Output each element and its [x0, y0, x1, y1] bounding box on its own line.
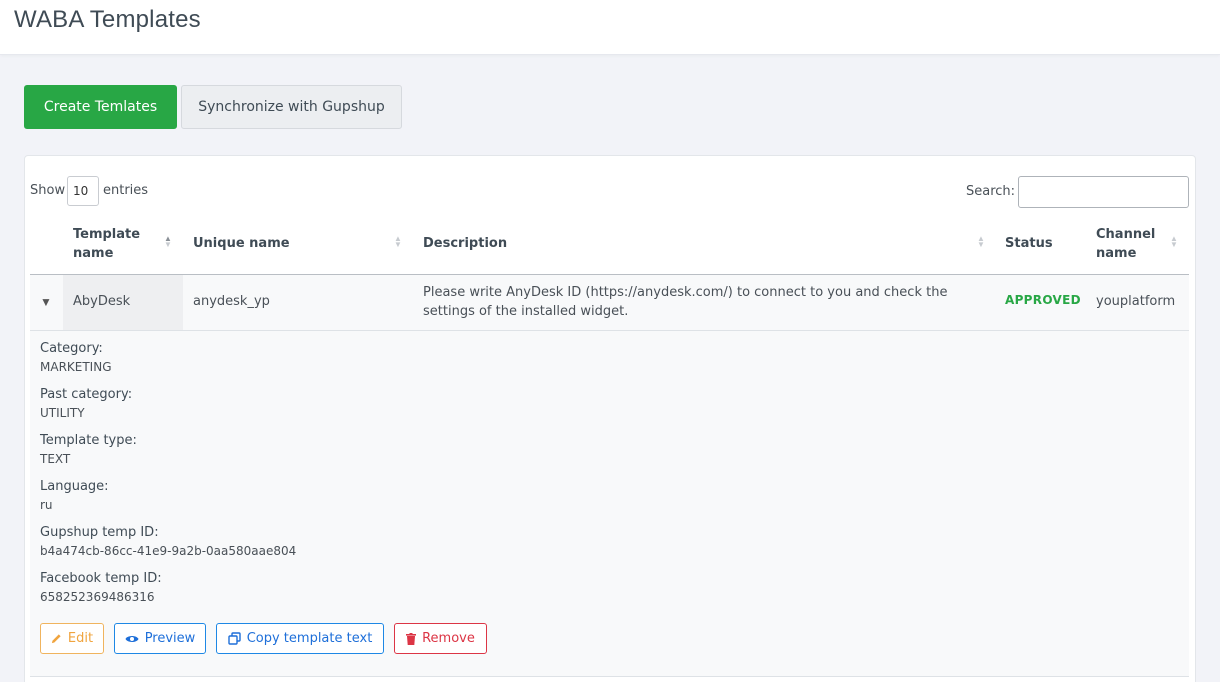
preview-label: Preview — [144, 631, 196, 646]
detail-value: b4a474cb-86cc-41e9-9a2b-0aa580aae804 — [40, 544, 297, 558]
caret-down-icon[interactable]: ▼ — [40, 295, 52, 309]
detail-past-category: Past category: UTILITY — [40, 385, 132, 423]
pencil-icon — [51, 633, 62, 644]
detail-value: MARKETING — [40, 360, 112, 374]
sort-icon[interactable]: ▲ ▼ — [977, 235, 985, 249]
detail-key: Facebook temp ID: — [40, 571, 162, 586]
copy-icon — [228, 632, 241, 645]
description-line: Please write AnyDesk ID (https://anydesk… — [423, 285, 948, 300]
header-text: name — [1096, 246, 1137, 261]
preview-button[interactable]: Preview — [114, 623, 206, 654]
search-input[interactable] — [1018, 176, 1189, 208]
column-header-status[interactable]: Status — [1005, 234, 1053, 253]
edit-button[interactable]: Edit — [40, 623, 104, 654]
copy-label: Copy template text — [246, 631, 373, 646]
remove-label: Remove — [422, 631, 475, 646]
synchronize-gupshup-button[interactable]: Synchronize with Gupshup — [181, 85, 402, 129]
detail-key: Category: — [40, 341, 103, 356]
trash-icon — [406, 632, 417, 645]
detail-category: Category: MARKETING — [40, 339, 112, 377]
top-bar: WABA Templates — [0, 0, 1220, 55]
detail-value: TEXT — [40, 452, 71, 466]
detail-key: Gupshup temp ID: — [40, 525, 159, 540]
remove-button[interactable]: Remove — [394, 623, 487, 654]
description-cell: Please write AnyDesk ID (https://anydesk… — [423, 283, 983, 321]
sort-icon[interactable]: ▲ ▼ — [1170, 235, 1178, 249]
sort-icon[interactable]: ▲ ▼ — [394, 235, 402, 249]
show-label: Show — [30, 183, 66, 198]
column-header-description[interactable]: Description — [423, 234, 507, 253]
detail-value: 658252369486316 — [40, 590, 155, 604]
sort-icon[interactable]: ▲ ▼ — [164, 235, 172, 249]
header-text: Template — [73, 227, 141, 242]
create-templates-button[interactable]: Create Temlates — [24, 85, 177, 129]
copy-template-text-button[interactable]: Copy template text — [216, 623, 384, 654]
unique-name-cell: anydesk_yp — [193, 294, 270, 309]
column-header-unique-name[interactable]: Unique name — [193, 234, 290, 253]
page-title: WABA Templates — [14, 6, 201, 33]
search-label: Search: — [966, 184, 1016, 199]
detail-value: ru — [40, 498, 53, 512]
detail-key: Language: — [40, 479, 109, 494]
detail-key: Past category: — [40, 387, 133, 402]
detail-value: UTILITY — [40, 406, 85, 420]
eye-icon — [125, 634, 139, 644]
entries-label: entries — [103, 183, 149, 198]
detail-facebook-id: Facebook temp ID: 658252369486316 — [40, 569, 162, 607]
description-line: settings of the installed widget. — [423, 304, 629, 319]
detail-key: Template type: — [40, 433, 137, 448]
channel-name-cell: youplatform — [1096, 294, 1176, 309]
detail-language: Language: ru — [40, 477, 109, 515]
header-text: Channel — [1096, 227, 1156, 242]
column-header-template-name[interactable]: Template name — [73, 225, 140, 263]
entries-select[interactable]: 10 — [67, 176, 99, 206]
detail-gupshup-id: Gupshup temp ID: b4a474cb-86cc-41e9-9a2b… — [40, 523, 296, 561]
edit-label: Edit — [67, 631, 94, 646]
detail-template-type: Template type: TEXT — [40, 431, 137, 469]
column-header-channel-name[interactable]: Channel name — [1096, 225, 1155, 263]
status-badge: APPROVED — [1005, 293, 1081, 307]
header-text: name — [73, 246, 114, 261]
template-name-cell: AbyDesk — [73, 294, 131, 309]
detail-divider — [30, 676, 1189, 677]
